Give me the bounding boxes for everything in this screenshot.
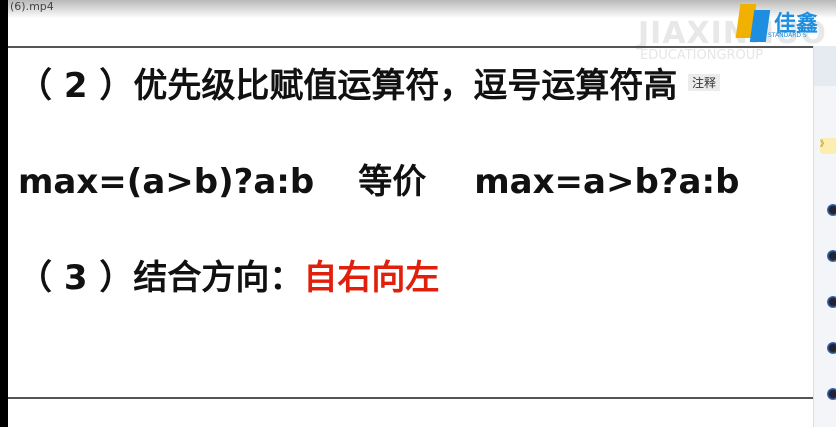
side-chat-panel[interactable]: 》 bbox=[813, 46, 836, 427]
annotation-tooltip: 注释 bbox=[688, 74, 721, 91]
brand-subtitle: STANDARD S bbox=[768, 32, 807, 39]
left-border bbox=[0, 0, 8, 427]
divider bbox=[8, 397, 813, 399]
avatar[interactable] bbox=[827, 388, 836, 400]
slide-line-1: （ 2 ）优先级比赋值运算符，逗号运算符高 bbox=[18, 66, 678, 106]
panel-tag[interactable]: 》 bbox=[820, 138, 836, 154]
slide-line-2: max=(a>b)?a:b 等价 max=a>b?a:b bbox=[18, 154, 739, 203]
slide-line-3: （ 3 ）结合方向：自右向左 bbox=[18, 250, 439, 299]
avatar[interactable] bbox=[827, 342, 836, 354]
video-filename: (6).mp4 bbox=[10, 0, 54, 13]
avatar[interactable] bbox=[827, 204, 836, 216]
divider bbox=[8, 46, 813, 48]
avatar[interactable] bbox=[827, 296, 836, 308]
panel-header bbox=[814, 46, 836, 86]
associativity-label: （ 3 ）结合方向： bbox=[18, 258, 304, 298]
brand-logo-icon bbox=[735, 4, 771, 42]
avatar[interactable] bbox=[827, 250, 836, 262]
expr-1: max=(a>b)?a:b bbox=[18, 162, 315, 202]
associativity-value: 自右向左 bbox=[303, 258, 440, 298]
equivalent-label: 等价 bbox=[358, 162, 427, 202]
expr-2: max=a>b?a:b bbox=[474, 162, 740, 202]
